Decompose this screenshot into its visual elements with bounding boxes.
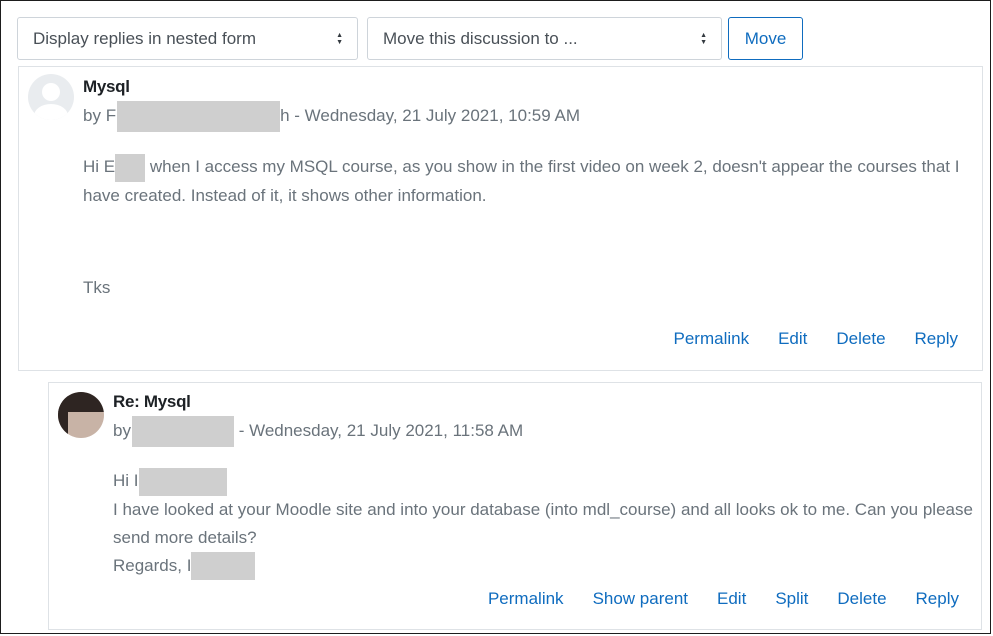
post-subject: Mysql	[83, 77, 130, 96]
author-name-end: h	[280, 105, 290, 125]
forum-post: Mysql by Fh - Wednesday, 21 July 2021, 1…	[18, 66, 983, 371]
name-redaction	[138, 467, 227, 496]
move-button[interactable]: Move	[728, 17, 803, 60]
post-date: - Wednesday, 21 July 2021, 10:59 AM	[289, 105, 580, 125]
greeting-name-start: E	[103, 157, 116, 176]
reply-link[interactable]: Reply	[916, 589, 959, 609]
post-content: Hi E when I access my MSQL course, as yo…	[83, 153, 963, 302]
reply-link[interactable]: Reply	[915, 329, 958, 349]
post-body-text: I have looked at your Moodle site and in…	[113, 499, 973, 547]
avatar-photo-side	[58, 392, 68, 438]
permalink-link[interactable]: Permalink	[674, 329, 750, 349]
edit-link[interactable]: Edit	[778, 329, 807, 349]
avatar[interactable]	[58, 392, 104, 438]
post-actions: Permalink Show parent Edit Split Delete …	[488, 589, 959, 609]
byline-prefix: by	[83, 105, 106, 125]
delete-link[interactable]: Delete	[837, 589, 886, 609]
select-arrows-icon: ▲ ▼	[336, 31, 343, 46]
post-signoff: Tks	[83, 277, 111, 297]
author-name-start: F	[105, 105, 117, 125]
forum-reply-post: Re: Mysql by - Wednesday, 21 July 2021, …	[48, 382, 982, 630]
display-mode-select[interactable]: Display replies in nested form ▲ ▼	[17, 17, 358, 60]
delete-link[interactable]: Delete	[836, 329, 885, 349]
author-name-redaction	[131, 416, 234, 447]
post-byline: by - Wednesday, 21 July 2021, 11:58 AM	[113, 416, 523, 447]
edit-link[interactable]: Edit	[717, 589, 746, 609]
display-mode-value: Display replies in nested form	[33, 29, 256, 48]
greeting: Hi	[113, 471, 134, 490]
move-discussion-select[interactable]: Move this discussion to ... ▲ ▼	[367, 17, 722, 60]
split-link[interactable]: Split	[775, 589, 808, 609]
name-redaction	[115, 153, 146, 182]
post-byline: by Fh - Wednesday, 21 July 2021, 10:59 A…	[83, 101, 580, 132]
greeting: Hi	[83, 157, 104, 176]
avatar[interactable]	[28, 74, 74, 120]
default-user-icon	[42, 83, 60, 101]
select-arrows-icon: ▲ ▼	[700, 31, 707, 46]
byline-prefix: by	[113, 420, 131, 440]
move-discussion-value: Move this discussion to ...	[383, 29, 578, 48]
default-user-icon-body	[34, 104, 68, 120]
post-actions: Permalink Edit Delete Reply	[674, 329, 959, 349]
permalink-link[interactable]: Permalink	[488, 589, 564, 609]
author-name-redaction	[117, 101, 281, 132]
post-subject: Re: Mysql	[113, 392, 191, 411]
regards-text: Regards,	[113, 555, 187, 575]
show-parent-link[interactable]: Show parent	[593, 589, 688, 609]
post-date: - Wednesday, 21 July 2021, 11:58 AM	[233, 420, 524, 440]
post-content: Hi I I have looked at your Moodle site a…	[113, 467, 973, 581]
name-redaction	[191, 552, 256, 581]
post-body-text: when I access my MSQL course, as you sho…	[83, 157, 960, 205]
